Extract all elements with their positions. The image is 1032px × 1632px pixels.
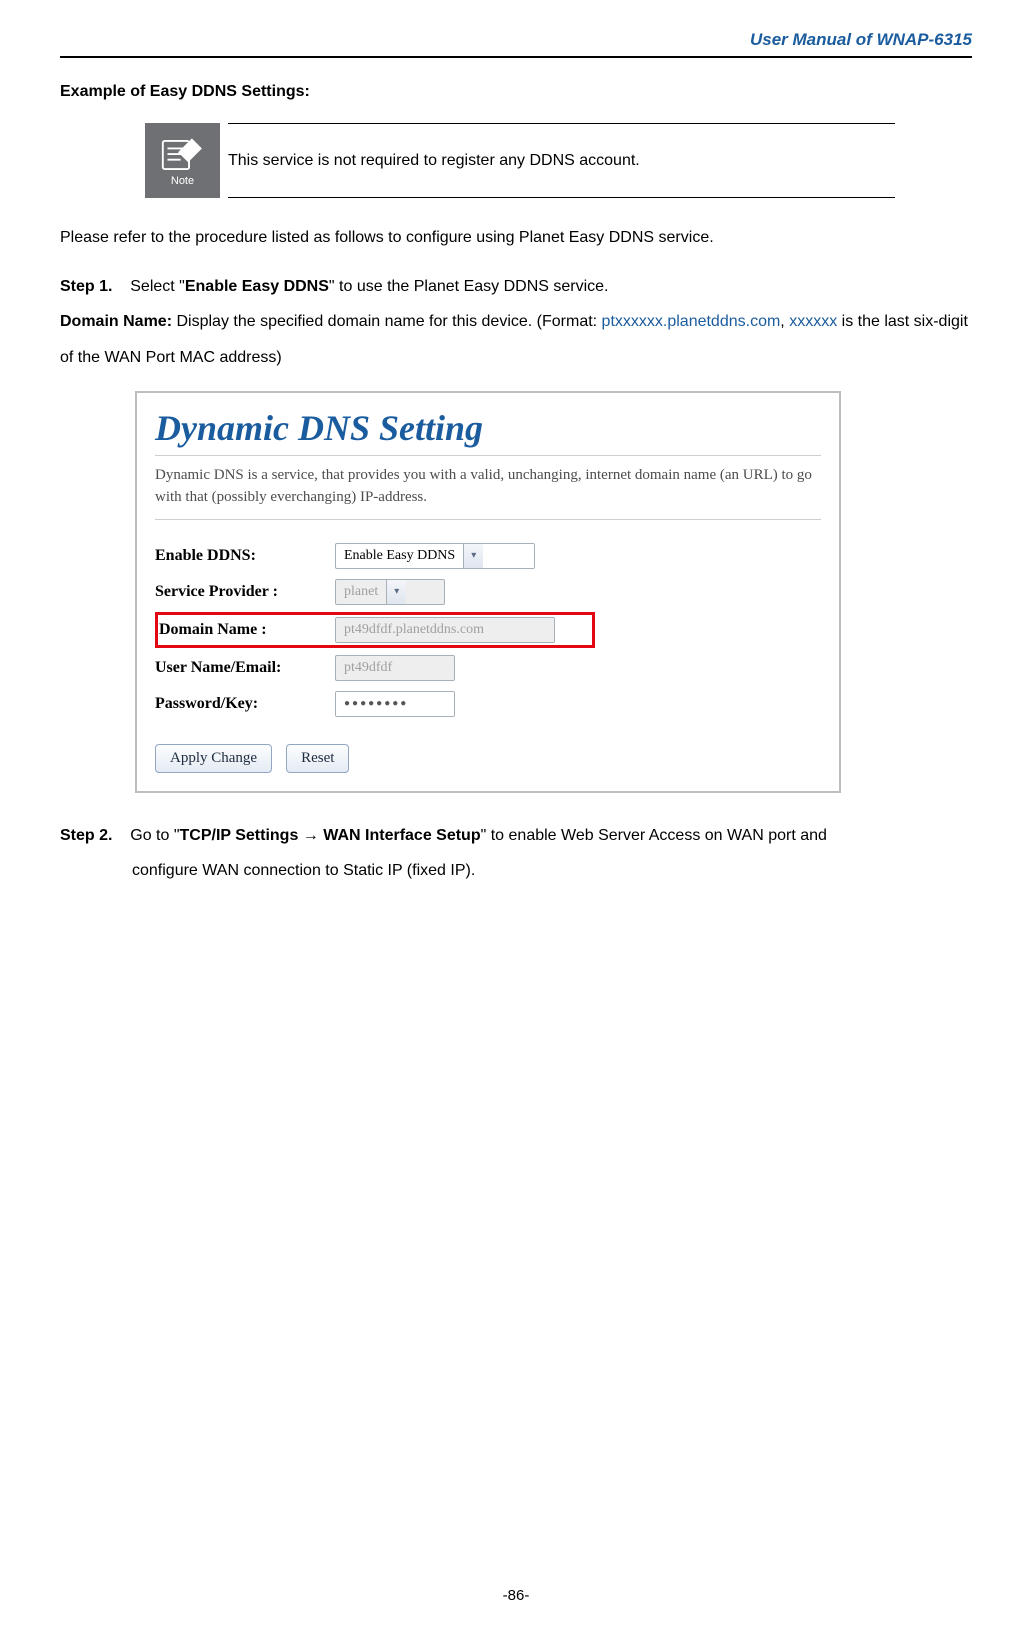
domain-desc-row: Domain Name: Display the specified domai… [60, 304, 972, 374]
row-domain-name: Domain Name : pt49dfdf.planetddns.com [155, 612, 595, 648]
note-label: Note [171, 175, 194, 187]
step2-line1-before: Go to " [130, 827, 179, 844]
chevron-down-icon: ▾ [386, 580, 406, 604]
note-bottom-rule [228, 197, 895, 198]
page-footer: -86- [0, 1587, 1032, 1604]
intro-text: Please refer to the procedure listed as … [60, 220, 972, 255]
ddns-form: Enable DDNS: Enable Easy DDNS ▾ Service … [155, 538, 821, 773]
ddns-settings-panel: Dynamic DNS Setting Dynamic DNS is a ser… [135, 391, 841, 793]
note-icon-wrapper: Note [145, 123, 228, 198]
input-domain-name: pt49dfdf.planetddns.com [335, 617, 555, 643]
label-enable-ddns: Enable DDNS: [155, 547, 335, 565]
example-title: Example of Easy DDNS Settings: [60, 83, 972, 101]
step2-line1-after: " to enable Web Server Access on WAN por… [481, 827, 827, 844]
row-username: User Name/Email: pt49dfdf [155, 650, 821, 686]
select-enable-ddns-value: Enable Easy DDNS [336, 548, 463, 564]
step1-row: Step 1. Select "Enable Easy DDNS" to use… [60, 269, 972, 304]
step1-after: " to use the Planet Easy DDNS service. [329, 278, 609, 295]
input-password[interactable]: ●●●●●●●● [335, 691, 455, 717]
domain-comma: , [780, 313, 789, 330]
step1-bold: Enable Easy DDNS [185, 278, 329, 295]
step2-block: Step 2. Go to "TCP/IP Settings → WAN Int… [60, 818, 972, 888]
step2-bold1: TCP/IP Settings [180, 827, 303, 844]
step1-before: Select " [130, 278, 185, 295]
select-enable-ddns[interactable]: Enable Easy DDNS ▾ [335, 543, 535, 569]
label-service-provider: Service Provider : [155, 583, 335, 601]
apply-change-button[interactable]: Apply Change [155, 744, 272, 773]
note-text: This service is not required to register… [228, 124, 895, 197]
step1-prefix: Step 1. [60, 278, 112, 295]
step2-prefix: Step 2. [60, 827, 112, 844]
domain-label: Domain Name: [60, 313, 172, 330]
step2-line2: configure WAN connection to Static IP (f… [60, 853, 972, 888]
button-row: Apply Change Reset [155, 744, 821, 773]
domain-blue1: ptxxxxxx.planetddns.com [602, 313, 781, 330]
domain-blue2: xxxxxx [789, 313, 837, 330]
input-username: pt49dfdf [335, 655, 455, 681]
chevron-down-icon: ▾ [463, 544, 483, 568]
row-service-provider: Service Provider : planet ▾ [155, 574, 821, 610]
step2-bold2: WAN Interface Setup [319, 827, 481, 844]
step2-arrow: → [303, 827, 319, 844]
header-title: User Manual of WNAP-6315 [750, 30, 972, 49]
domain-before: Display the specified domain name for th… [172, 313, 602, 330]
ddns-panel-title: Dynamic DNS Setting [155, 407, 821, 456]
page-header: User Manual of WNAP-6315 [60, 30, 972, 58]
label-password: Password/Key: [155, 695, 335, 713]
note-text-wrapper: This service is not required to register… [228, 123, 895, 198]
label-username: User Name/Email: [155, 659, 335, 677]
ddns-panel-description: Dynamic DNS is a service, that provides … [155, 464, 821, 520]
label-domain-name: Domain Name : [158, 621, 335, 639]
reset-button[interactable]: Reset [286, 744, 349, 773]
row-enable-ddns: Enable DDNS: Enable Easy DDNS ▾ [155, 538, 821, 574]
notepad-pencil-icon [160, 135, 205, 175]
note-icon: Note [145, 123, 220, 198]
note-box: Note This service is not required to reg… [145, 123, 895, 198]
select-service-provider-value: planet [336, 584, 386, 600]
select-service-provider: planet ▾ [335, 579, 445, 605]
row-password: Password/Key: ●●●●●●●● [155, 686, 821, 722]
